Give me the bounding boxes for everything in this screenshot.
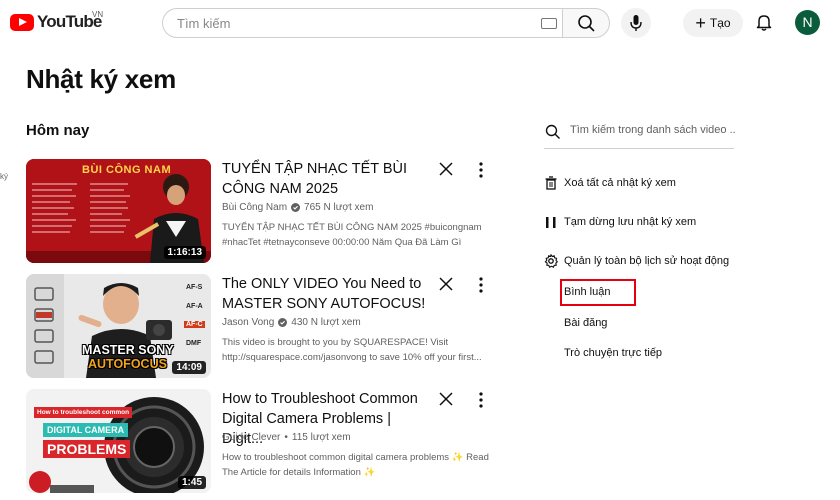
manage-history-label: Quản lý toàn bộ lịch sử hoạt động	[564, 255, 730, 267]
keyboard-icon[interactable]	[541, 18, 557, 29]
af-tag-1: AF-S	[186, 284, 203, 291]
meta-separator: •	[284, 432, 288, 443]
country-code: VN	[92, 10, 104, 19]
more-actions-button[interactable]	[474, 276, 488, 294]
channel-name[interactable]: Jason Vong	[222, 317, 274, 328]
more-actions-button[interactable]	[474, 391, 488, 409]
remove-button[interactable]	[436, 159, 456, 179]
remove-button[interactable]	[436, 389, 456, 409]
pause-history-button[interactable]: Tạm dừng lưu nhật ký xem	[544, 215, 696, 229]
af-tag-4: DMF	[186, 340, 202, 347]
thumbnail-title-1: MASTER SONY	[82, 343, 174, 357]
video-meta: Guide Clever • 115 lượt xem	[222, 432, 351, 443]
plus-icon: +	[695, 13, 706, 33]
search-input[interactable]	[175, 15, 519, 32]
video-title[interactable]: The ONLY VIDEO You Need to MASTER SONY A…	[222, 274, 432, 314]
view-count: 430 N lượt xem	[291, 317, 361, 328]
video-meta: Jason Vong 430 N lượt xem	[222, 317, 361, 328]
view-count: 765 N lượt xem	[304, 202, 374, 213]
close-icon	[439, 277, 453, 291]
channel-name[interactable]: Guide Clever	[222, 432, 280, 443]
thumbnail-title-2: AUTOFOCUS	[88, 357, 167, 371]
video-item[interactable]: AF-S AF-A AF-C DMF MASTER SONY AUTOFOCUS…	[26, 274, 511, 378]
search-icon	[545, 124, 560, 139]
clear-history-label: Xoá tất cả nhật ký xem	[564, 177, 676, 189]
video-item[interactable]: BÙI CÔNG NAM 1:16:13 TUYỂN TẬP NHẠC TẾT …	[26, 159, 511, 263]
clear-history-button[interactable]: Xoá tất cả nhật ký xem	[544, 176, 676, 190]
video-item[interactable]: How to troubleshoot common DIGITAL CAMER…	[26, 389, 511, 493]
sub-item-live-chat[interactable]: Trò chuyện trực tiếp	[564, 347, 662, 359]
thumbnail-title: BÙI CÔNG NAM	[82, 164, 172, 176]
trash-icon	[545, 176, 557, 190]
video-description: This video is brought to you by SQUARESP…	[222, 337, 482, 363]
more-vert-icon	[479, 392, 483, 408]
verified-icon	[278, 318, 288, 327]
thumbnail-title-1: How to troubleshoot common	[34, 407, 133, 418]
more-actions-button[interactable]	[474, 161, 488, 179]
pause-history-label: Tạm dừng lưu nhật ký xem	[564, 216, 697, 228]
video-description: TUYỂN TẬP NHẠC TẾT BÙI CÔNG NAM 2025 #bu…	[222, 222, 482, 248]
search-button[interactable]	[562, 8, 610, 38]
youtube-logo[interactable]: YouTube VN	[10, 10, 104, 32]
remove-button[interactable]	[436, 274, 456, 294]
pause-icon	[546, 217, 556, 228]
search-box	[162, 8, 562, 38]
video-title[interactable]: TUYỂN TẬP NHẠC TẾT BÙI CÔNG NAM 2025	[222, 159, 432, 199]
video-meta: Bùi Công Nam 765 N lượt xem	[222, 202, 373, 213]
channel-name[interactable]: Bùi Công Nam	[222, 202, 287, 213]
thumbnail-title-3: PROBLEMS	[43, 440, 131, 458]
video-duration: 1:16:13	[163, 246, 206, 259]
close-icon	[439, 162, 453, 176]
voice-search-button[interactable]	[621, 8, 651, 38]
avatar[interactable]: N	[795, 10, 820, 35]
section-title: Hôm nay	[26, 122, 90, 139]
notifications-button[interactable]	[754, 12, 774, 37]
gear-icon	[544, 254, 558, 268]
page-title: Nhật ký xem	[26, 64, 176, 94]
video-thumbnail[interactable]: AF-S AF-A AF-C DMF MASTER SONY AUTOFOCUS…	[26, 274, 211, 378]
search-icon	[578, 15, 595, 32]
more-vert-icon	[479, 162, 483, 178]
manage-history-button[interactable]: Quản lý toàn bộ lịch sử hoạt động	[544, 254, 729, 268]
youtube-play-icon	[10, 13, 34, 31]
top-bar: YouTube VN + Tạo N	[0, 0, 840, 46]
thumbnail-title-2: DIGITAL CAMERA	[43, 423, 129, 437]
create-button[interactable]: + Tạo	[683, 9, 743, 37]
create-label: Tạo	[709, 16, 731, 30]
close-icon	[439, 392, 453, 406]
video-duration: 1:45	[177, 476, 206, 489]
video-description: How to troubleshoot common digital camer…	[222, 452, 489, 478]
bell-icon	[756, 15, 772, 31]
edge-label: ký	[0, 172, 8, 181]
video-duration: 14:09	[172, 361, 206, 374]
sub-item-comments[interactable]: Bình luận	[564, 286, 610, 298]
af-tag-2: AF-A	[186, 303, 203, 310]
video-thumbnail[interactable]: How to troubleshoot common DIGITAL CAMER…	[26, 389, 211, 493]
af-tag-3: AF-C	[184, 321, 205, 328]
microphone-icon	[630, 15, 642, 31]
verified-icon	[291, 203, 301, 212]
video-thumbnail[interactable]: BÙI CÔNG NAM 1:16:13	[26, 159, 211, 263]
view-count: 115 lượt xem	[291, 432, 351, 443]
sub-item-posts[interactable]: Bài đăng	[564, 317, 607, 329]
history-search-input[interactable]	[568, 123, 737, 137]
more-vert-icon	[479, 277, 483, 293]
history-search	[544, 118, 737, 149]
